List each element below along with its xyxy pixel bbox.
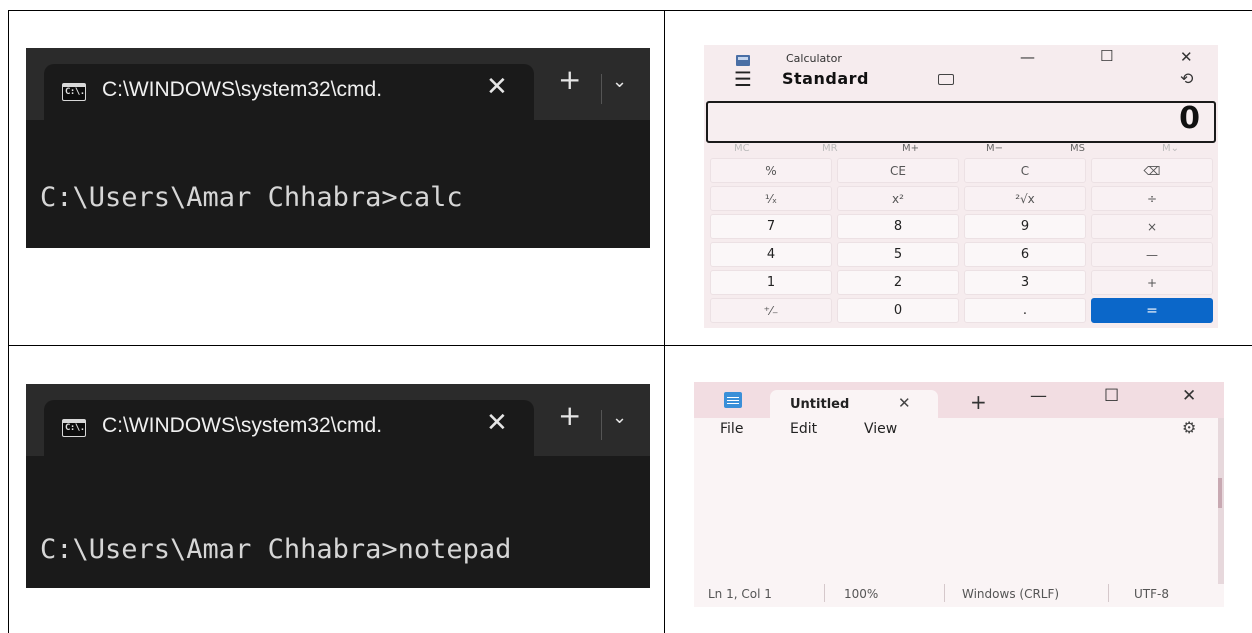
tab-separator [601, 410, 602, 440]
square-key[interactable]: x² [837, 186, 959, 211]
backspace-key[interactable]: ⌫ [1091, 158, 1213, 183]
calculator-window: Calculator — ☐ ✕ ☰ Standard ⟲ 0 MC MR M+… [704, 45, 1218, 328]
memory-clear-button[interactable]: MC [734, 143, 750, 154]
new-tab-button[interactable]: + [970, 390, 987, 414]
memory-recall-button[interactable]: MR [822, 143, 838, 154]
digit-7-key[interactable]: 7 [710, 214, 832, 239]
maximize-button[interactable]: ☐ [1100, 47, 1113, 65]
status-separator [1108, 584, 1109, 602]
clear-key[interactable]: C [964, 158, 1086, 183]
close-tab-icon[interactable]: ✕ [486, 408, 508, 438]
terminal-tab-bar: C:\. C:\WINDOWS\system32\cmd. ✕ + ⌄ [26, 384, 650, 456]
terminal-prompt[interactable]: C:\Users\Amar Chhabra>calc [40, 182, 463, 213]
close-button[interactable]: ✕ [1180, 48, 1193, 66]
terminal-tab-bar: C:\. C:\WINDOWS\system32\cmd. ✕ + ⌄ [26, 48, 650, 120]
chevron-down-icon[interactable]: ⌄ [612, 407, 627, 428]
menu-edit[interactable]: Edit [790, 421, 817, 437]
calculator-app-title: Calculator [786, 52, 842, 65]
memory-subtract-button[interactable]: M− [986, 143, 1003, 154]
history-icon[interactable]: ⟲ [1180, 69, 1193, 88]
close-tab-icon[interactable]: ✕ [898, 394, 911, 412]
terminal-tab-title: C:\WINDOWS\system32\cmd. [102, 78, 383, 101]
square-root-key[interactable]: ²√x [964, 186, 1086, 211]
gear-icon[interactable]: ⚙ [1182, 418, 1196, 437]
notepad-app-icon [724, 392, 742, 408]
reciprocal-key[interactable]: ¹⁄ₓ [710, 186, 832, 211]
maximize-button[interactable]: ☐ [1104, 386, 1119, 406]
add-key[interactable]: + [1091, 270, 1213, 295]
status-zoom: 100% [844, 587, 879, 601]
digit-2-key[interactable]: 2 [837, 270, 959, 295]
multiply-key[interactable]: × [1091, 214, 1213, 239]
terminal-prompt[interactable]: C:\Users\Amar Chhabra>notepad [40, 534, 511, 565]
status-separator [824, 584, 825, 602]
status-encoding: UTF-8 [1134, 587, 1169, 601]
divide-key[interactable]: ÷ [1091, 186, 1213, 211]
notepad-title-bar: Untitled ✕ + — ☐ ✕ [694, 382, 1224, 418]
status-line-ending: Windows (CRLF) [962, 587, 1060, 601]
status-cursor-position: Ln 1, Col 1 [708, 587, 772, 601]
minimize-button[interactable]: — [1030, 386, 1047, 406]
new-tab-button[interactable]: + [558, 399, 581, 432]
percent-key[interactable]: % [710, 158, 832, 183]
cmd-icon: C:\. [62, 419, 86, 437]
terminal-tab[interactable]: C:\. C:\WINDOWS\system32\cmd. ✕ [44, 64, 534, 120]
digit-1-key[interactable]: 1 [710, 270, 832, 295]
close-button[interactable]: ✕ [1182, 386, 1196, 406]
memory-list-button[interactable]: M⌄ [1162, 143, 1179, 154]
memory-row: MC MR M+ M− MS M⌄ [704, 143, 1218, 159]
terminal-tab[interactable]: C:\. C:\WINDOWS\system32\cmd. ✕ [44, 400, 534, 456]
terminal-window-calc: C:\. C:\WINDOWS\system32\cmd. ✕ + ⌄ C:\U… [26, 48, 650, 248]
menu-file[interactable]: File [720, 421, 743, 437]
table-border-center [664, 10, 665, 633]
notepad-window: Untitled ✕ + — ☐ ✕ File Edit View ⚙ Ln 1… [694, 382, 1224, 607]
terminal-tab-title: C:\WINDOWS\system32\cmd. [102, 414, 383, 437]
digit-6-key[interactable]: 6 [964, 242, 1086, 267]
terminal-window-notepad: C:\. C:\WINDOWS\system32\cmd. ✕ + ⌄ C:\U… [26, 384, 650, 588]
negate-key[interactable]: ⁺⁄₋ [710, 298, 832, 323]
calculator-app-icon [736, 55, 750, 66]
cmd-icon: C:\. [62, 83, 86, 101]
calculator-mode-title: Standard [782, 69, 869, 88]
memory-add-button[interactable]: M+ [902, 143, 919, 154]
digit-9-key[interactable]: 9 [964, 214, 1086, 239]
tab-separator [601, 74, 602, 104]
digit-5-key[interactable]: 5 [837, 242, 959, 267]
menu-view[interactable]: View [864, 421, 897, 437]
keep-on-top-icon[interactable] [938, 74, 954, 85]
digit-0-key[interactable]: 0 [837, 298, 959, 323]
scrollbar[interactable] [1218, 418, 1224, 584]
close-tab-icon[interactable]: ✕ [486, 72, 508, 102]
clear-entry-key[interactable]: CE [837, 158, 959, 183]
minimize-button[interactable]: — [1020, 48, 1035, 66]
table-border-top [8, 10, 1252, 11]
notepad-tab-title: Untitled [790, 397, 850, 412]
memory-store-button[interactable]: MS [1070, 143, 1085, 154]
decimal-key[interactable]: . [964, 298, 1086, 323]
new-tab-button[interactable]: + [558, 63, 581, 96]
chevron-down-icon[interactable]: ⌄ [612, 71, 627, 92]
hamburger-menu-icon[interactable]: ☰ [734, 67, 752, 91]
digit-8-key[interactable]: 8 [837, 214, 959, 239]
table-border-middle [8, 345, 1252, 346]
subtract-key[interactable]: — [1091, 242, 1213, 267]
notepad-tab[interactable]: Untitled ✕ [770, 390, 938, 418]
calculator-display: 0 [706, 101, 1216, 143]
digit-3-key[interactable]: 3 [964, 270, 1086, 295]
display-value: 0 [1179, 101, 1200, 136]
table-border-left [8, 10, 9, 633]
equals-key[interactable]: = [1091, 298, 1213, 323]
status-separator [944, 584, 945, 602]
digit-4-key[interactable]: 4 [710, 242, 832, 267]
